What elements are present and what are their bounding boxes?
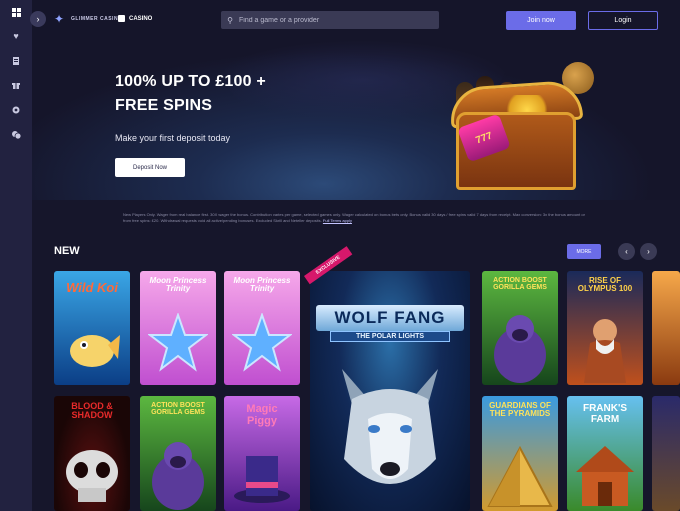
chevron-right-icon: › [36,14,40,24]
game-title: Moon Princess Trinity [233,276,291,294]
game-title: WOLF FANG [334,308,446,327]
heart-icon[interactable]: ♥ [10,30,22,42]
sidebar: ♥ [0,0,32,511]
casino-page: ♥ › ✦ GLIMMER CASINO CASINO ⚲ Join now L… [0,0,680,511]
top-header: ✦ GLIMMER CASINO CASINO ⚲ Join now Login [32,0,680,40]
game-tile-gorilla-gems[interactable]: ACTION BOOST GORILLA GEMS [482,271,558,385]
logo[interactable]: ✦ GLIMMER CASINO [54,12,122,26]
join-now-button[interactable]: Join now [506,11,576,30]
game-tile-franks-farm[interactable]: FRANK'S FARM [567,396,643,511]
game-tile-guardians-pyramids[interactable]: GUARDIANS OF THE PYRAMIDS [482,396,558,511]
hero-subtitle: Make your first deposit today [115,133,231,143]
document-icon[interactable] [10,55,22,67]
casino-nav-link[interactable]: CASINO [118,15,152,22]
terms-text: New Players Only. Wager from real balanc… [123,212,593,224]
pyramid-icon [487,445,553,507]
casino-label: CASINO [129,15,153,22]
star-moon-icon [232,313,292,372]
game-title: RISE OF OLYMPUS 100 [577,276,633,294]
koi-fish-icon [70,335,120,367]
star-moon-icon [148,313,208,372]
prev-arrow-button[interactable]: ‹ [618,243,635,260]
game-title: BLOOD & SHADOW [71,401,113,421]
zeus-icon [584,319,626,383]
game-title: Magic Piggy [246,403,278,427]
game-title: FRANK'S FARM [582,403,628,425]
grid-icon[interactable] [10,6,22,18]
magic-hat-icon [234,456,290,503]
section-title-new: NEW [54,245,80,257]
game-tile-rise-of-olympus[interactable]: RISE OF OLYMPUS 100 [567,271,643,385]
game-title: ACTION BOOST GORILLA GEMS [151,402,205,417]
game-subtitle-box: THE POLAR LIGHTS [330,331,450,342]
gift-icon[interactable] [10,79,22,91]
game-title: ACTION BOOST GORILLA GEMS [493,277,547,292]
terms-body: New Players Only. Wager from real balanc… [123,212,585,223]
wolf-fang-logo: WOLF FANG [316,305,464,331]
hero-title-line2: FREE SPINS [115,97,213,114]
game-tile-wolf-fang[interactable]: WOLF FANG THE POLAR LIGHTS [310,271,470,511]
chevron-left-icon: ‹ [625,247,628,256]
game-tile-wild-koi[interactable]: Wild Koi [54,271,130,385]
hero-title: 100% UP TO £100 + FREE SPINS [115,70,266,118]
search-bar[interactable]: ⚲ [221,11,439,29]
barn-icon [576,446,634,506]
settings-icon[interactable] [10,104,22,116]
more-button[interactable]: MORE [567,244,601,259]
game-tile-magic-piggy[interactable]: Magic Piggy [224,396,300,511]
game-tile-partial-2[interactable] [652,396,680,511]
star-logo-icon: ✦ [54,12,65,26]
game-tile-partial[interactable] [652,271,680,385]
next-arrow-button[interactable]: › [640,243,657,260]
logo-text: GLIMMER CASINO [71,16,123,22]
full-terms-link[interactable]: Full Terms apply [323,218,352,223]
deposit-now-button[interactable]: Deposit Now [115,158,185,177]
game-subtitle: THE POLAR LIGHTS [355,333,425,340]
game-tile-blood-shadow[interactable]: BLOOD & SHADOW [54,396,130,511]
login-button[interactable]: Login [588,11,658,30]
sidebar-toggle-button[interactable]: › [30,11,46,27]
search-input[interactable] [239,16,429,24]
game-title: Moon Princess Trinity [149,276,207,294]
skull-icon [66,450,118,502]
game-tile-moon-princess-trinity[interactable]: Moon Princess Trinity [140,271,216,385]
wolf-head-icon [342,369,438,484]
hero-banner: 100% UP TO £100 + FREE SPINS Make your f… [32,40,680,200]
game-title: Wild Koi [66,280,118,295]
chat-icon[interactable] [10,129,22,141]
game-tile-moon-princess-trinity-2[interactable]: Moon Princess Trinity [224,271,300,385]
search-icon: ⚲ [227,15,233,25]
game-title: GUARDIANS OF THE PYRAMIDS [489,401,551,419]
game-tile-gorilla-gems-2[interactable]: ACTION BOOST GORILLA GEMS [140,396,216,511]
gorilla-icon [494,315,546,383]
chevron-right-icon: › [647,247,650,256]
casino-icon [118,15,125,22]
hero-title-line1: 100% UP TO £100 + [115,73,266,90]
gorilla-icon [152,442,204,510]
